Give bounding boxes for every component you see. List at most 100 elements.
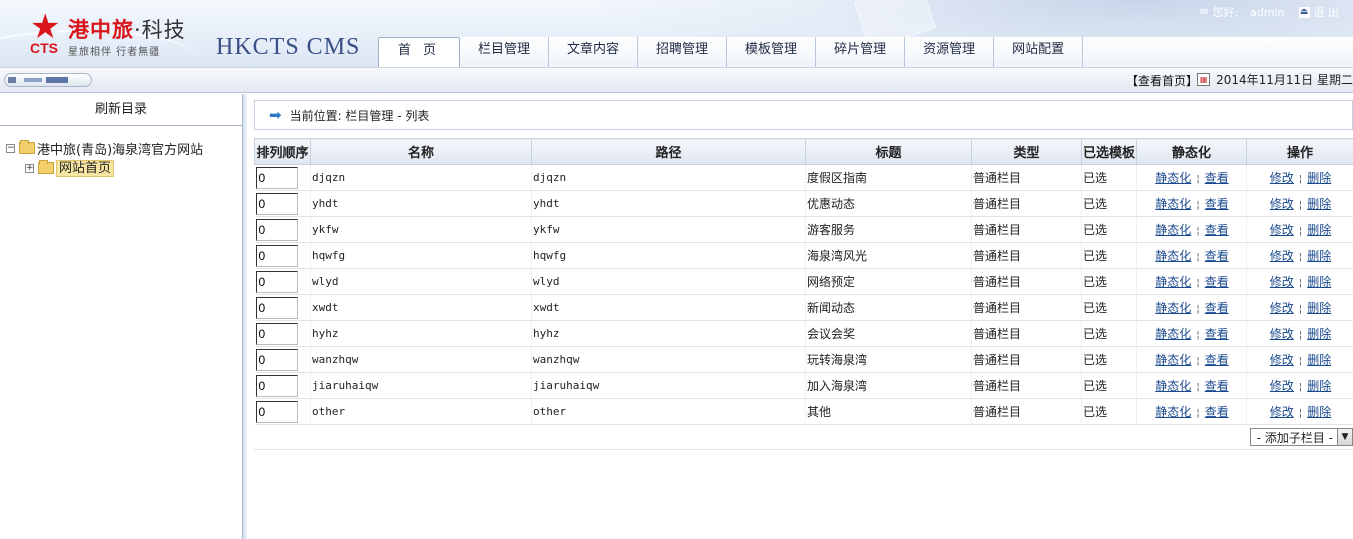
- logo-title-main: 港中旅: [68, 17, 134, 42]
- view-link[interactable]: 查看: [1205, 275, 1229, 289]
- delete-link[interactable]: 删除: [1307, 379, 1331, 393]
- delete-link[interactable]: 删除: [1307, 353, 1331, 367]
- title-cell: 玩转海泉湾: [805, 346, 972, 373]
- static-link[interactable]: 静态化: [1155, 197, 1191, 211]
- tab-fragment-management[interactable]: 碎片管理: [816, 37, 906, 67]
- header-actions: 操作: [1246, 138, 1353, 165]
- delete-link[interactable]: 删除: [1307, 405, 1331, 419]
- view-link[interactable]: 查看: [1205, 249, 1229, 263]
- path-cell: djqzn: [531, 164, 806, 191]
- tab-resource-management[interactable]: 资源管理: [905, 37, 995, 67]
- expand-icon[interactable]: +: [25, 163, 34, 173]
- breadcrumb: ➡ 当前位置: 栏目管理 - 列表: [254, 100, 1353, 130]
- order-cell: [254, 216, 311, 243]
- static-link[interactable]: 静态化: [1155, 171, 1191, 185]
- order-input[interactable]: [255, 218, 298, 241]
- view-link[interactable]: 查看: [1205, 197, 1229, 211]
- order-input[interactable]: [255, 296, 298, 319]
- static-link[interactable]: 静态化: [1155, 327, 1191, 341]
- edit-link[interactable]: 修改: [1270, 171, 1294, 185]
- delete-link[interactable]: 删除: [1307, 171, 1331, 185]
- tree-root-label[interactable]: 港中旅(青岛)海泉湾官方网站: [37, 139, 203, 158]
- edit-link[interactable]: 修改: [1270, 275, 1294, 289]
- separator-icon: ¦: [1298, 382, 1303, 393]
- view-link[interactable]: 查看: [1205, 301, 1229, 315]
- order-input[interactable]: [255, 244, 298, 267]
- view-link[interactable]: 查看: [1205, 223, 1229, 237]
- static-link[interactable]: 静态化: [1155, 405, 1191, 419]
- order-input[interactable]: [255, 192, 298, 215]
- collapse-icon[interactable]: −: [6, 143, 15, 153]
- view-link[interactable]: 查看: [1205, 327, 1229, 341]
- order-input[interactable]: [255, 270, 298, 293]
- order-input[interactable]: [255, 166, 298, 189]
- tab-home[interactable]: 首 页: [378, 37, 460, 67]
- delete-link[interactable]: 删除: [1307, 327, 1331, 341]
- view-link[interactable]: 查看: [1205, 353, 1229, 367]
- delete-link[interactable]: 删除: [1307, 249, 1331, 263]
- static-link[interactable]: 静态化: [1155, 379, 1191, 393]
- static-link[interactable]: 静态化: [1155, 275, 1191, 289]
- sidebar-edge: [243, 94, 247, 539]
- tree-root[interactable]: − 港中旅(青岛)海泉湾官方网站: [6, 138, 242, 158]
- main-content: ➡ 当前位置: 栏目管理 - 列表 排列顺序 名称 路径 标题 类型 已选模板 …: [248, 94, 1353, 539]
- type-cell: 普通栏目: [971, 164, 1082, 191]
- table-footer: - 添加子栏目 - ▼: [254, 424, 1353, 450]
- order-cell: [254, 164, 311, 191]
- header-name: 名称: [310, 138, 532, 165]
- separator-icon: ¦: [1298, 304, 1303, 315]
- calendar-icon: ▦: [1197, 73, 1211, 86]
- edit-link[interactable]: 修改: [1270, 327, 1294, 341]
- delete-link[interactable]: 删除: [1307, 197, 1331, 211]
- sidebar: 刷新目录 − 港中旅(青岛)海泉湾官方网站 + 网站首页: [0, 94, 247, 539]
- view-link[interactable]: 查看: [1205, 379, 1229, 393]
- separator-icon: ¦: [1196, 304, 1200, 315]
- table-row: otherother其他普通栏目已选静态化¦查看修改¦删除: [254, 398, 1353, 425]
- table-row: xwdtxwdt新闻动态普通栏目已选静态化¦查看修改¦删除: [254, 294, 1353, 321]
- tree-child-label[interactable]: 网站首页: [56, 159, 115, 177]
- view-link[interactable]: 查看: [1205, 405, 1229, 419]
- static-link[interactable]: 静态化: [1155, 249, 1191, 263]
- logout-icon[interactable]: ⏏: [1298, 6, 1310, 18]
- edit-link[interactable]: 修改: [1270, 353, 1294, 367]
- edit-link[interactable]: 修改: [1270, 223, 1294, 237]
- view-link[interactable]: 查看: [1205, 171, 1229, 185]
- static-link[interactable]: 静态化: [1155, 353, 1191, 367]
- type-cell: 普通栏目: [971, 242, 1082, 269]
- actions-cell: 修改 ¦ 删除: [1246, 398, 1353, 425]
- tab-site-config[interactable]: 网站配置: [994, 37, 1084, 67]
- tab-recruitment[interactable]: 招聘管理: [638, 37, 728, 67]
- order-input[interactable]: [255, 348, 298, 371]
- header-order: 排列顺序: [254, 138, 311, 165]
- delete-link[interactable]: 删除: [1307, 275, 1331, 289]
- chevron-down-icon[interactable]: ▼: [1337, 429, 1352, 445]
- edit-link[interactable]: 修改: [1270, 197, 1294, 211]
- delete-link[interactable]: 删除: [1307, 223, 1331, 237]
- view-home-link[interactable]: 【查看首页】: [1126, 72, 1198, 89]
- static-link[interactable]: 静态化: [1155, 223, 1191, 237]
- tab-article-content[interactable]: 文章内容: [549, 37, 639, 67]
- sidebar-toggle[interactable]: [4, 73, 92, 87]
- delete-link[interactable]: 删除: [1307, 301, 1331, 315]
- order-input[interactable]: [255, 374, 298, 397]
- edit-link[interactable]: 修改: [1270, 379, 1294, 393]
- edit-link[interactable]: 修改: [1270, 249, 1294, 263]
- separator-icon: ¦: [1298, 330, 1303, 341]
- tab-template-management[interactable]: 模板管理: [727, 37, 817, 67]
- separator-icon: ¦: [1196, 200, 1200, 211]
- static-link[interactable]: 静态化: [1155, 301, 1191, 315]
- type-cell: 普通栏目: [971, 398, 1082, 425]
- logout-button[interactable]: 退 出: [1314, 4, 1340, 20]
- logo-title-sub: ·科技: [134, 18, 186, 42]
- order-input[interactable]: [255, 322, 298, 345]
- tree-child[interactable]: + 网站首页: [6, 158, 242, 178]
- add-child-column-select[interactable]: - 添加子栏目 - ▼: [1249, 428, 1353, 446]
- logo-star-icon: ★: [30, 7, 61, 47]
- tab-column-management[interactable]: 栏目管理: [460, 37, 550, 67]
- edit-link[interactable]: 修改: [1270, 301, 1294, 315]
- edit-link[interactable]: 修改: [1270, 405, 1294, 419]
- order-input[interactable]: [255, 400, 298, 423]
- path-cell: jiaruhaiqw: [531, 372, 806, 399]
- table-row: hyhzhyhz会议会奖普通栏目已选静态化¦查看修改¦删除: [254, 320, 1353, 347]
- refresh-tree-button[interactable]: 刷新目录: [0, 94, 242, 126]
